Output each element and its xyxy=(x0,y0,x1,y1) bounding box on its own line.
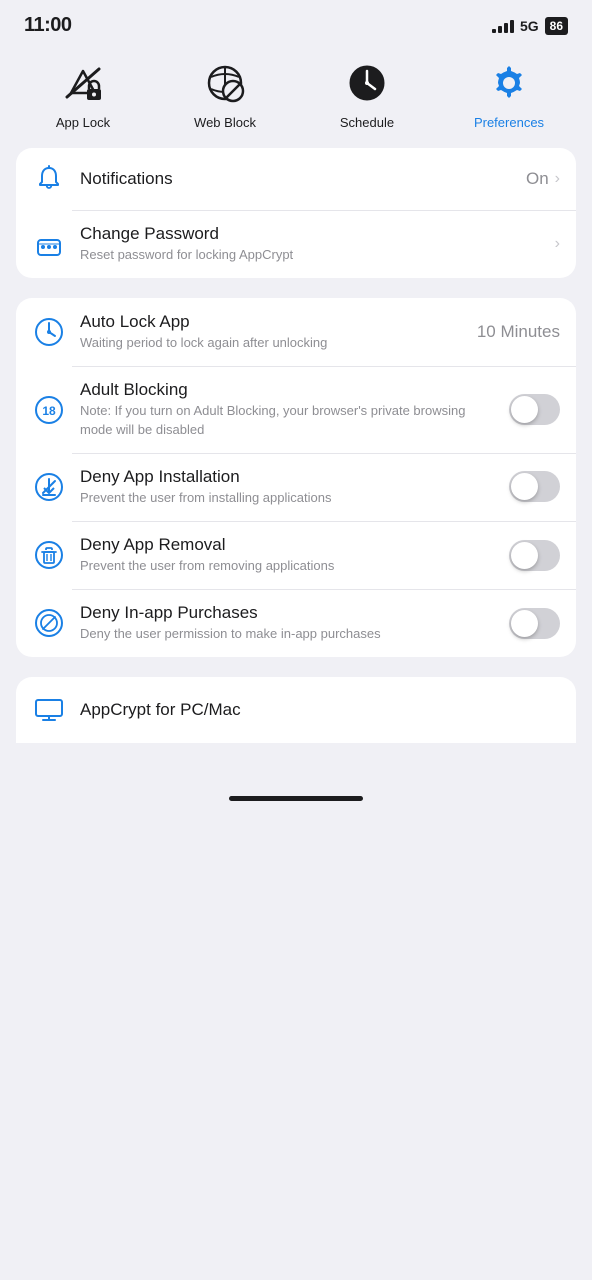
deny-removal-subtitle: Prevent the user from removing applicati… xyxy=(80,557,495,575)
status-icons: 5G 86 xyxy=(492,17,568,35)
deny-installation-subtitle: Prevent the user from installing applica… xyxy=(80,489,495,507)
deny-inapp-icon xyxy=(32,606,66,640)
tab-preferences-label: Preferences xyxy=(474,115,544,130)
change-password-title: Change Password xyxy=(80,224,541,244)
adult-blocking-content: Adult Blocking Note: If you turn on Adul… xyxy=(80,380,495,438)
auto-lock-row[interactable]: Auto Lock App Waiting period to lock aga… xyxy=(16,298,576,366)
deny-installation-icon xyxy=(32,470,66,504)
notifications-title: Notifications xyxy=(80,169,512,189)
preferences-icon xyxy=(483,57,535,109)
tab-web-block[interactable]: Web Block xyxy=(154,57,296,130)
deny-installation-content: Deny App Installation Prevent the user f… xyxy=(80,467,495,507)
adult-blocking-title: Adult Blocking xyxy=(80,380,495,400)
tab-app-lock[interactable]: App Lock xyxy=(12,57,154,130)
schedule-icon xyxy=(341,57,393,109)
deny-installation-row[interactable]: Deny App Installation Prevent the user f… xyxy=(16,453,576,521)
auto-lock-right: 10 Minutes xyxy=(477,322,560,342)
change-password-icon xyxy=(32,227,66,261)
tab-app-lock-label: App Lock xyxy=(56,115,110,130)
change-password-content: Change Password Reset password for locki… xyxy=(80,224,541,264)
tab-preferences[interactable]: Preferences xyxy=(438,57,580,130)
deny-installation-title: Deny App Installation xyxy=(80,467,495,487)
tab-web-block-label: Web Block xyxy=(194,115,256,130)
deny-installation-toggle[interactable] xyxy=(509,471,560,502)
notifications-right: On › xyxy=(526,169,560,189)
deny-removal-icon xyxy=(32,538,66,572)
section-basic-settings: Notifications On › Change Password Reset… xyxy=(16,148,576,278)
change-password-subtitle: Reset password for locking AppCrypt xyxy=(80,246,541,264)
auto-lock-title: Auto Lock App xyxy=(80,312,463,332)
svg-text:18: 18 xyxy=(42,404,56,418)
deny-inapp-right xyxy=(509,608,560,639)
deny-inapp-subtitle: Deny the user permission to make in-app … xyxy=(80,625,495,643)
network-label: 5G xyxy=(520,18,539,34)
signal-icon xyxy=(492,19,514,33)
auto-lock-subtitle: Waiting period to lock again after unloc… xyxy=(80,334,463,352)
appcrypt-pc-title: AppCrypt for PC/Mac xyxy=(80,700,241,720)
deny-inapp-row[interactable]: Deny In-app Purchases Deny the user perm… xyxy=(16,589,576,657)
auto-lock-icon xyxy=(32,315,66,349)
appcrypt-pc-row[interactable]: AppCrypt for PC/Mac xyxy=(16,677,576,743)
change-password-chevron: › xyxy=(555,235,560,253)
auto-lock-value: 10 Minutes xyxy=(477,322,560,342)
notifications-icon xyxy=(32,162,66,196)
deny-removal-row[interactable]: Deny App Removal Prevent the user from r… xyxy=(16,521,576,589)
section-appcrypt-pc: AppCrypt for PC/Mac xyxy=(16,677,576,743)
tab-schedule-label: Schedule xyxy=(340,115,394,130)
status-time: 11:00 xyxy=(24,14,72,37)
adult-blocking-row[interactable]: 18 Adult Blocking Note: If you turn on A… xyxy=(16,366,576,452)
tab-schedule[interactable]: Schedule xyxy=(296,57,438,130)
auto-lock-content: Auto Lock App Waiting period to lock aga… xyxy=(80,312,463,352)
adult-blocking-toggle[interactable] xyxy=(509,394,560,425)
deny-removal-right xyxy=(509,540,560,571)
deny-removal-content: Deny App Removal Prevent the user from r… xyxy=(80,535,495,575)
deny-removal-title: Deny App Removal xyxy=(80,535,495,555)
adult-blocking-icon: 18 xyxy=(32,393,66,427)
deny-removal-toggle[interactable] xyxy=(509,540,560,571)
appcrypt-pc-icon xyxy=(32,693,66,727)
web-block-icon xyxy=(199,57,251,109)
notifications-value: On xyxy=(526,169,549,189)
notifications-chevron: › xyxy=(555,170,560,188)
change-password-row[interactable]: Change Password Reset password for locki… xyxy=(16,210,576,278)
adult-blocking-right xyxy=(509,394,560,425)
nav-tabs: App Lock Web Block xyxy=(0,43,592,148)
battery-indicator: 86 xyxy=(545,17,568,35)
app-lock-icon xyxy=(57,57,109,109)
notifications-content: Notifications xyxy=(80,169,512,189)
deny-installation-right xyxy=(509,471,560,502)
section-lock-settings: Auto Lock App Waiting period to lock aga… xyxy=(16,298,576,657)
deny-inapp-content: Deny In-app Purchases Deny the user perm… xyxy=(80,603,495,643)
adult-blocking-subtitle: Note: If you turn on Adult Blocking, you… xyxy=(80,402,495,438)
home-indicator xyxy=(229,796,363,801)
status-bar: 11:00 5G 86 xyxy=(0,0,592,43)
change-password-right: › xyxy=(555,235,560,253)
deny-inapp-toggle[interactable] xyxy=(509,608,560,639)
deny-inapp-title: Deny In-app Purchases xyxy=(80,603,495,623)
notifications-row[interactable]: Notifications On › xyxy=(16,148,576,210)
